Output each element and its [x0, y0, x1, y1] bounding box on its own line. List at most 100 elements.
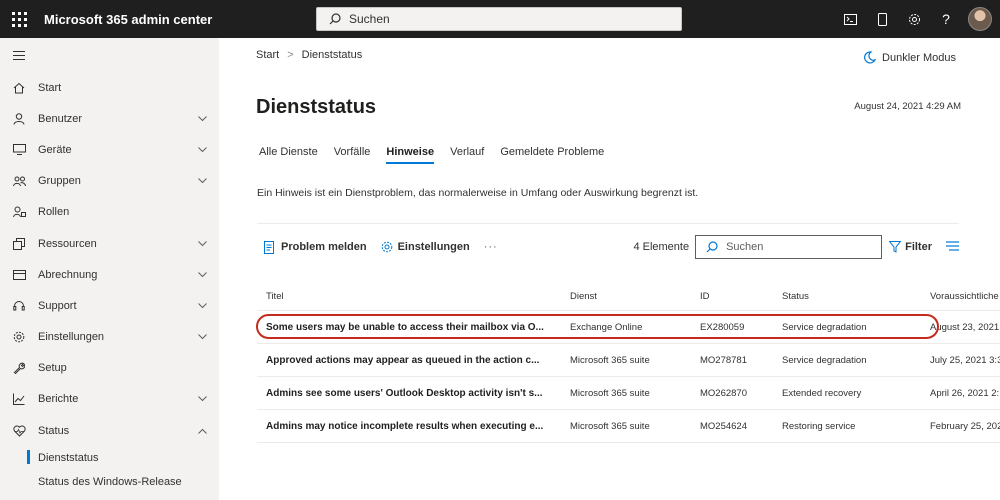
list-search-input[interactable]: Suchen [695, 235, 883, 259]
chevron-down-icon[interactable] [198, 393, 207, 405]
tab-bar: Alle Dienste Vorfälle Hinweise Verlauf Gemel… [259, 146, 620, 164]
view-options-button[interactable] [946, 240, 959, 254]
global-search-placeholder: Suchen [349, 12, 390, 26]
sidebar-item-label: Geräte [38, 143, 72, 156]
list-search-placeholder: Suchen [726, 241, 764, 253]
heart-icon [12, 424, 26, 438]
sidebar-item-ressourcen[interactable]: Ressourcen [0, 228, 219, 259]
sidebar-item-label: Einstellungen [38, 331, 105, 344]
filter-icon [889, 241, 902, 253]
app-launcher-button[interactable] [0, 0, 38, 38]
settings-button[interactable]: Einstellungen [381, 241, 470, 253]
cell-estimated-resolution: April 26, 2021 2: [930, 387, 1000, 399]
sidebar-item-setup[interactable]: Setup [0, 353, 219, 384]
report-icon [264, 240, 274, 254]
cell-estimated-resolution: February 25, 202 [930, 420, 1000, 432]
item-count: 4 Elemente [633, 241, 690, 253]
dark-mode-toggle[interactable]: Dunkler Modus [863, 51, 956, 64]
chevron-down-icon[interactable] [198, 331, 207, 343]
sidebar-item-label: Benutzer [38, 112, 83, 125]
column-header-title[interactable]: Titel [257, 291, 570, 302]
info-description: Ein Hinweis ist ein Dienstproblem, das n… [257, 187, 699, 199]
avatar[interactable] [968, 7, 992, 31]
tab-vorfälle[interactable]: Vorfälle [334, 146, 371, 164]
cell-title[interactable]: Admins see some users' Outlook Desktop a… [257, 388, 570, 399]
sidebar-item-gruppen[interactable]: Gruppen [0, 166, 219, 197]
report-issue-button[interactable]: Problem melden [264, 240, 367, 254]
sidebar-item-geräte[interactable]: Geräte [0, 134, 219, 165]
tab-hinweise[interactable]: Hinweise [386, 146, 434, 164]
cell-title[interactable]: Admins may notice incomplete results whe… [257, 421, 570, 432]
home-icon [12, 81, 26, 95]
cell-status: Service degradation [782, 321, 867, 333]
cell-id: EX280059 [700, 321, 745, 333]
sidebar-item-label: Abrechnung [38, 268, 98, 281]
column-header-id[interactable]: ID [700, 291, 782, 302]
cell-title[interactable]: Approved actions may appear as queued in… [257, 355, 570, 366]
resources-icon [12, 237, 26, 251]
sidebar-subitem-dienststatus[interactable]: Dienststatus [0, 446, 219, 470]
global-search-input[interactable]: Suchen [316, 7, 682, 31]
cell-status: Service degradation [782, 354, 867, 366]
sidebar-subitem-windows-release-status[interactable]: Status des Windows-Release [0, 470, 219, 494]
sidebar-item-label: Start [38, 81, 62, 94]
nav-collapse-button[interactable] [0, 38, 219, 72]
cell-service: Microsoft 365 suite [570, 354, 650, 366]
device-icon [12, 143, 26, 157]
top-bar: Microsoft 365 admin center Suchen ? [0, 0, 1000, 38]
wrench-icon [12, 361, 26, 375]
table-row[interactable]: Some users may be unable to access their… [256, 311, 1000, 344]
breadcrumb-home[interactable]: Start [256, 49, 279, 61]
sidebar-item-benutzer[interactable]: Benutzer [0, 103, 219, 134]
help-icon[interactable]: ? [930, 0, 962, 38]
chevron-down-icon[interactable] [198, 144, 207, 156]
tab-alle-dienste[interactable]: Alle Dienste [259, 146, 318, 164]
chevron-up-icon[interactable] [198, 425, 207, 437]
sidebar-subitem-label: Dienststatus [38, 452, 99, 465]
cell-estimated-resolution: July 25, 2021 3:3 [930, 354, 1000, 366]
settings-label: Einstellungen [397, 241, 470, 253]
tab-gemeldete-probleme[interactable]: Gemeldete Probleme [500, 146, 604, 164]
cell-id: MO254624 [700, 420, 748, 432]
table-header: Titel Dienst ID Status Voraussichtliche [257, 283, 1000, 311]
tab-verlauf[interactable]: Verlauf [450, 146, 484, 164]
sidebar-item-label: Support [38, 299, 77, 312]
gear-icon [12, 330, 26, 344]
app-title[interactable]: Microsoft 365 admin center [44, 12, 316, 27]
main-content: Start > Dienststatus Dunkler Modus Diens… [219, 38, 1000, 500]
table-row[interactable]: Admins may notice incomplete results whe… [257, 410, 1000, 443]
chevron-down-icon[interactable] [198, 175, 207, 187]
sidebar-item-label: Berichte [38, 393, 79, 406]
chevron-down-icon[interactable] [198, 269, 207, 281]
terminal-icon[interactable] [834, 0, 866, 38]
sidebar-item-abrechnung[interactable]: Abrechnung [0, 259, 219, 290]
column-header-service[interactable]: Dienst [570, 291, 700, 302]
filter-button[interactable]: Filter [889, 241, 932, 253]
more-options-button[interactable]: ··· [484, 241, 498, 253]
last-updated-timestamp: August 24, 2021 4:29 AM [854, 101, 961, 112]
sidebar-item-berichte[interactable]: Berichte [0, 384, 219, 415]
billing-icon [12, 268, 26, 282]
chevron-down-icon[interactable] [198, 300, 207, 312]
sidebar-item-status[interactable]: Status [0, 415, 219, 446]
table-row[interactable]: Admins see some users' Outlook Desktop a… [257, 377, 1000, 410]
chevron-down-icon[interactable] [198, 238, 207, 250]
gear-icon[interactable] [898, 0, 930, 38]
gear-icon [381, 241, 392, 253]
cell-status: Restoring service [782, 420, 856, 432]
sidebar-item-support[interactable]: Support [0, 290, 219, 321]
sidebar-item-einstellungen[interactable]: Einstellungen [0, 322, 219, 353]
cell-title[interactable]: Some users may be unable to access their… [257, 322, 570, 333]
cell-service: Microsoft 365 suite [570, 387, 650, 399]
chevron-down-icon[interactable] [198, 113, 207, 125]
phone-icon[interactable] [866, 0, 898, 38]
column-header-estimated-resolution[interactable]: Voraussichtliche [930, 291, 1000, 302]
breadcrumb-separator: > [287, 49, 294, 61]
table-row[interactable]: Approved actions may appear as queued in… [257, 344, 1000, 377]
column-header-status[interactable]: Status [782, 291, 930, 302]
sidebar-item-rollen[interactable]: Rollen [0, 197, 219, 228]
sidebar-item-start[interactable]: Start [0, 72, 219, 103]
groups-icon [12, 174, 26, 188]
sidebar-item-label: Setup [38, 362, 67, 375]
breadcrumb: Start > Dienststatus [256, 49, 362, 61]
